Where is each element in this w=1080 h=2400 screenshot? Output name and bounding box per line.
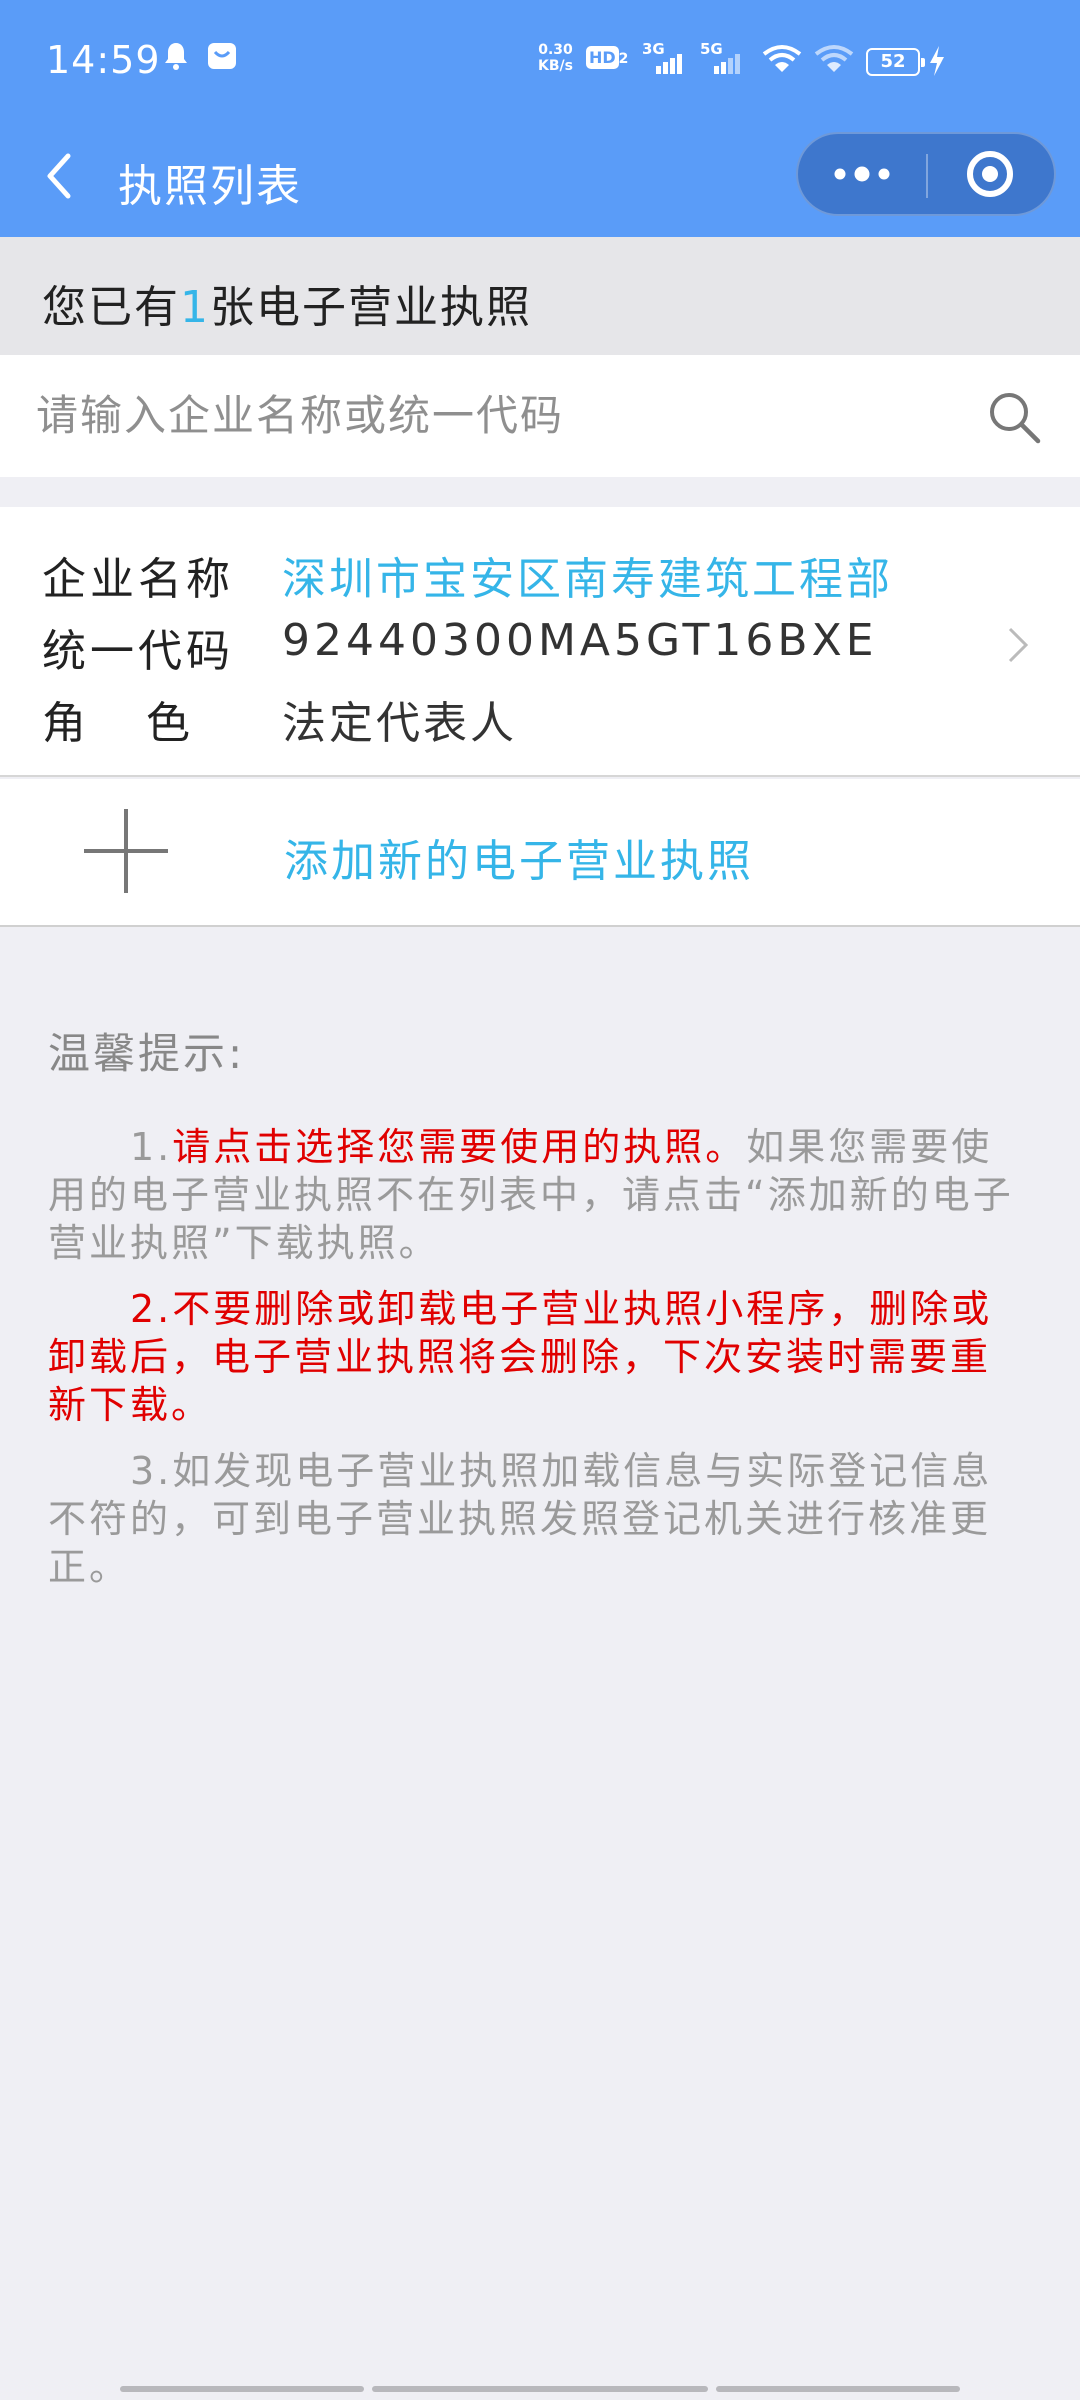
- miniprogram-capsule: [796, 132, 1056, 216]
- chevron-right-icon: [1008, 627, 1029, 663]
- unified-code-row: 统一代码 92440300MA5GT16BXE: [42, 615, 874, 679]
- status-time: 14:59: [46, 38, 161, 82]
- plus-icon: [84, 809, 168, 893]
- home-indicator-center: [372, 2386, 708, 2392]
- search-bar: [0, 355, 1080, 477]
- license-count: 1: [180, 282, 210, 333]
- top-bar: 14:59 0.30 KB/s HD 2 3G 5G 52 执照列表: [0, 0, 1080, 237]
- tip-2: 2.不要删除或卸载电子营业执照小程序，删除或卸载后，电子营业执照将会删除，下次安…: [48, 1287, 993, 1427]
- add-license-label: 添加新的电子营业执照: [284, 836, 754, 887]
- signal-3g-icon: 3G: [642, 40, 692, 76]
- unified-code-value: 92440300MA5GT16BXE: [282, 615, 878, 666]
- network-speed: 0.30 KB/s: [538, 42, 573, 74]
- unified-code-label: 统一代码: [42, 626, 234, 677]
- tips-title: 温馨提示:: [48, 1029, 246, 1078]
- close-miniprogram-button[interactable]: [928, 134, 1056, 214]
- back-button[interactable]: [40, 146, 80, 206]
- company-name-value: 深圳市宝安区南寿建筑工程部: [282, 554, 893, 605]
- tip-3: 3.如发现电子营业执照加载信息与实际登记信息不符的，可到电子营业执照发照登记机关…: [48, 1449, 993, 1589]
- hd-voice-icon: HD 2: [586, 46, 632, 76]
- company-name-label: 企业名称: [42, 554, 234, 605]
- notification-bell-icon: [165, 43, 187, 70]
- company-name-row: 企业名称 深圳市宝安区南寿建筑工程部: [42, 543, 890, 607]
- charging-bolt-icon: [930, 46, 944, 76]
- wifi-icon: [762, 45, 802, 72]
- role-label: 角色: [42, 698, 250, 749]
- wifi-secondary-icon: [814, 45, 854, 72]
- more-options-button[interactable]: [798, 134, 926, 214]
- license-count-bar: 您已有1张电子营业执照: [0, 237, 1080, 355]
- license-card[interactable]: 企业名称 深圳市宝安区南寿建筑工程部 统一代码 92440300MA5GT16B…: [0, 507, 1080, 777]
- page-title: 执照列表: [118, 161, 302, 212]
- signal-5g-icon: 5G: [700, 40, 750, 76]
- tip-1: 1.请点击选择您需要使用的执照。如果您需要使用的电子营业执照不在列表中，请点击“…: [48, 1125, 1014, 1265]
- tip-1-highlight: 请点击选择您需要使用的执照。: [172, 1125, 747, 1169]
- add-license-button[interactable]: 添加新的电子营业执照: [0, 779, 1080, 927]
- battery-icon: 52: [866, 48, 925, 76]
- search-icon[interactable]: [986, 389, 1042, 445]
- status-bar: 14:59 0.30 KB/s HD 2 3G 5G 52: [0, 0, 1080, 120]
- message-icon: [208, 43, 236, 69]
- role-value: 法定代表人: [282, 698, 517, 749]
- nav-bar: 执照列表: [0, 120, 1080, 237]
- search-input[interactable]: [36, 375, 956, 455]
- home-indicator-left: [120, 2386, 364, 2392]
- tips-section: 温馨提示: 1.请点击选择您需要使用的执照。如果您需要使用的电子营业执照不在列表…: [48, 1020, 1014, 1591]
- license-count-text: 您已有1张电子营业执照: [42, 282, 532, 333]
- role-row: 角色 法定代表人: [42, 687, 514, 751]
- home-indicator-right: [716, 2386, 960, 2392]
